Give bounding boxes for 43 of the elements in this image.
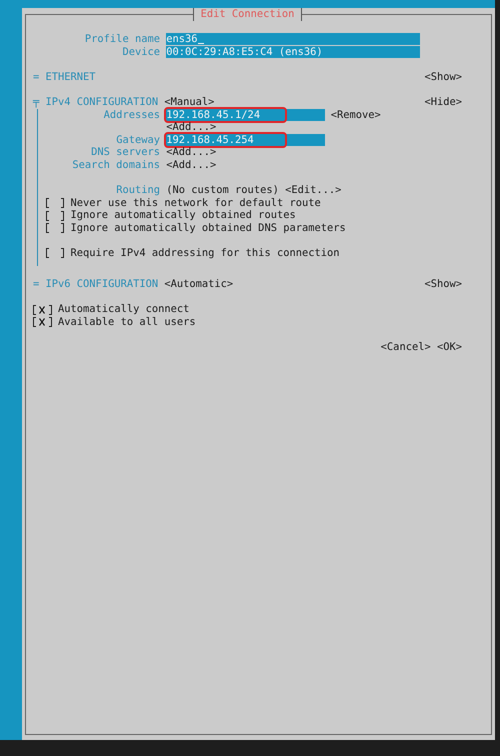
show-button[interactable]: <Show> xyxy=(424,70,462,84)
check-mark-icon xyxy=(39,318,46,326)
checkbox[interactable] xyxy=(46,198,64,208)
field-label: DNS servers xyxy=(90,146,160,159)
field-label: Search domains xyxy=(71,158,160,172)
address-value: 192.168.45.1/24 xyxy=(166,108,286,121)
checkbox[interactable] xyxy=(46,223,64,234)
field-label: Device xyxy=(121,46,160,58)
hide-button[interactable]: <Hide> xyxy=(424,96,462,109)
checkbox-label: Ignore automatically obtained routes xyxy=(70,209,296,222)
field-label: Gateway xyxy=(115,134,160,146)
field-label: Routing xyxy=(115,184,160,197)
routing-value: (No custom routes) xyxy=(166,184,279,197)
add-button[interactable]: <Add...> xyxy=(166,146,216,159)
gateway-value: 192.168.45.254 xyxy=(166,134,286,146)
section-marker: ╤ xyxy=(33,96,40,109)
section-title: IPv6 CONFIGURATION xyxy=(46,278,158,291)
add-button[interactable]: <Add...> xyxy=(166,121,216,134)
add-button[interactable]: <Add...> xyxy=(166,158,216,172)
method-dropdown[interactable]: <Automatic> xyxy=(164,278,234,291)
check-mark-icon xyxy=(39,306,46,314)
dialog-button[interactable]: <Cancel> xyxy=(380,341,431,354)
checkbox-label: Automatically connect xyxy=(58,303,190,316)
method-dropdown[interactable]: <Manual> xyxy=(164,96,214,109)
checkbox-label: Never use this network for default route xyxy=(70,196,321,210)
checkbox[interactable] xyxy=(46,248,64,258)
checkbox[interactable] xyxy=(46,210,64,221)
show-button[interactable]: <Show> xyxy=(424,278,462,291)
section-title: ETHERNET xyxy=(46,70,96,84)
edit-button[interactable]: <Edit...> xyxy=(285,184,342,197)
checkbox[interactable] xyxy=(33,304,52,315)
field-label: Profile name xyxy=(84,33,160,46)
window-title: Edit Connection xyxy=(193,8,302,21)
section-title: IPv4 CONFIGURATION xyxy=(46,96,158,109)
dialog-button[interactable]: <OK> xyxy=(436,341,462,354)
checkbox-label: Require IPv4 addressing for this connection xyxy=(70,247,340,260)
remove-button[interactable]: <Remove> xyxy=(330,108,381,122)
checkbox-label: Ignore automatically obtained DNS parameters xyxy=(70,222,346,234)
checkbox[interactable] xyxy=(33,317,52,328)
field-label: Addresses xyxy=(102,108,160,122)
section-marker: = xyxy=(33,70,40,84)
checkbox-label: Available to all users xyxy=(58,316,196,329)
section-marker: = xyxy=(33,278,40,291)
